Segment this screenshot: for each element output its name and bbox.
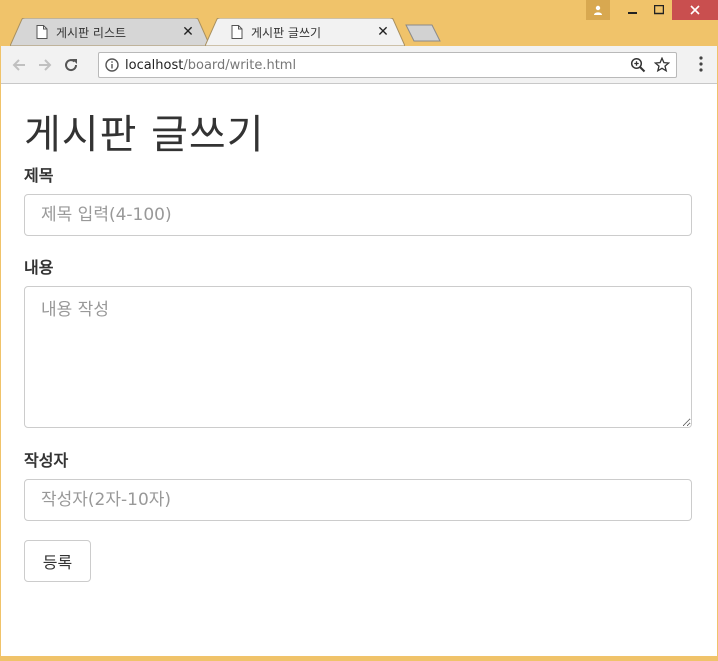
- forward-button[interactable]: [33, 53, 57, 77]
- tab-close-button[interactable]: ✕: [180, 24, 196, 40]
- author-input[interactable]: [24, 479, 692, 521]
- title-label: 제목: [24, 166, 54, 185]
- address-bar[interactable]: localhost/board/write.html: [98, 52, 677, 78]
- window-controls: [586, 0, 718, 20]
- window-close-button[interactable]: [672, 0, 718, 20]
- tab-title: 게시판 리스트: [56, 25, 127, 40]
- maximize-button[interactable]: [646, 0, 672, 20]
- submit-button[interactable]: 등록: [24, 540, 91, 582]
- tab-board-list[interactable]: 게시판 리스트 ✕: [10, 18, 210, 46]
- page-icon: [231, 25, 243, 39]
- reload-icon: [65, 58, 78, 71]
- arrow-left-icon: [12, 58, 25, 71]
- tab-strip: 게시판 리스트 ✕ 게시판 글쓰기 ✕: [0, 18, 718, 46]
- browser-toolbar: localhost/board/write.html: [1, 46, 717, 84]
- content-textarea[interactable]: [24, 286, 692, 428]
- tab-title: 게시판 글쓰기: [251, 25, 322, 40]
- info-icon: [105, 58, 119, 72]
- back-button[interactable]: [7, 53, 31, 77]
- maximize-icon: [654, 5, 664, 15]
- url-host: localhost: [125, 57, 184, 73]
- page-icon: [36, 25, 48, 39]
- person-icon: [594, 5, 602, 15]
- tab-close-button[interactable]: ✕: [375, 24, 391, 40]
- url-path: /board/write.html: [183, 57, 297, 73]
- page-content: 게시판 글쓰기 제목 내용 작성자 등록: [1, 84, 717, 656]
- more-menu-icon[interactable]: [699, 56, 703, 72]
- tab-board-write[interactable]: 게시판 글쓰기 ✕: [205, 18, 405, 46]
- minimize-button[interactable]: [620, 0, 646, 20]
- title-input[interactable]: [24, 194, 692, 236]
- zoom-icon[interactable]: [630, 57, 646, 73]
- close-icon: [690, 5, 700, 15]
- bookmark-star-icon[interactable]: [654, 57, 670, 73]
- profile-button[interactable]: [586, 0, 610, 20]
- author-label: 작성자: [24, 451, 69, 470]
- content-label: 내용: [24, 258, 54, 277]
- arrow-right-icon: [39, 58, 52, 71]
- minimize-icon: [628, 12, 637, 14]
- reload-button[interactable]: [59, 53, 83, 77]
- page-title: 게시판 글쓰기: [24, 112, 265, 158]
- new-tab-button[interactable]: [404, 24, 442, 44]
